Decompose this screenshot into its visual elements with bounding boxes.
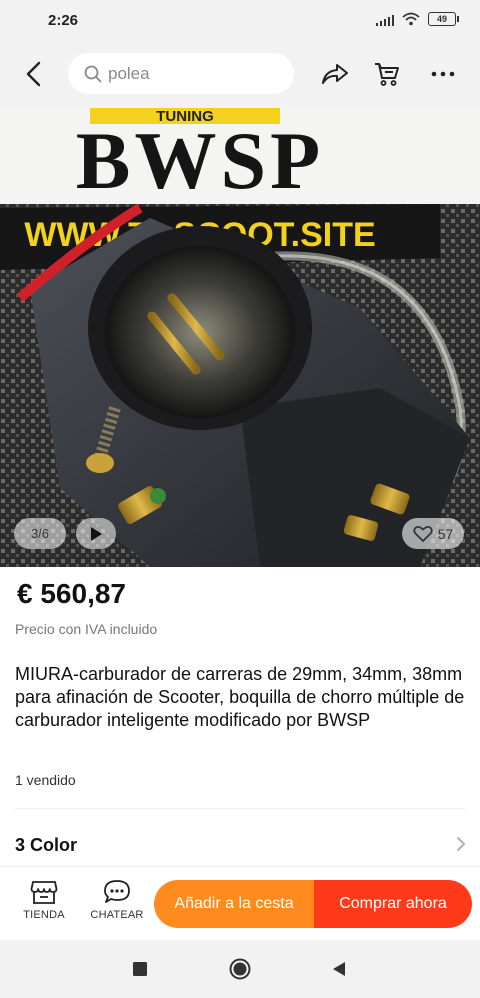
battery-level: 49 <box>436 14 447 24</box>
cart-icon <box>375 63 399 86</box>
status-bar: 2:26 49 <box>0 0 480 40</box>
status-time: 2:26 <box>48 12 79 29</box>
play-icon <box>91 526 102 541</box>
store-button[interactable]: TIENDA <box>14 879 74 921</box>
heart-icon <box>413 525 433 542</box>
divider <box>15 808 465 809</box>
battery-icon: 49 <box>428 12 459 26</box>
chevron-right-icon <box>457 837 466 851</box>
home-icon <box>229 958 251 980</box>
signal-icon <box>376 12 394 26</box>
cart-button[interactable] <box>371 58 403 90</box>
system-nav-bar <box>0 940 480 998</box>
color-option-label: 3 Color <box>15 835 78 855</box>
recents-icon <box>133 962 147 976</box>
search-input[interactable]: polea <box>68 53 294 94</box>
buy-now-button[interactable]: Comprar ahora <box>314 880 472 928</box>
play-video-button[interactable] <box>76 518 116 549</box>
wifi-icon <box>402 12 420 26</box>
status-icons: 49 <box>376 12 459 26</box>
chat-button[interactable]: CHATEAR <box>87 879 147 921</box>
action-bar: TIENDA CHATEAR Añadir a la cesta Comprar… <box>0 866 480 940</box>
tax-note: Precio con IVA incluido <box>15 621 158 637</box>
top-nav: polea <box>0 40 480 108</box>
wishlist-count: 57 <box>437 525 454 542</box>
more-button[interactable] <box>427 58 459 90</box>
share-button[interactable] <box>319 58 351 90</box>
chat-label: CHATEAR <box>90 909 144 921</box>
sold-count: 1 vendido <box>15 772 76 788</box>
back-button[interactable] <box>18 58 50 90</box>
store-icon <box>30 881 58 904</box>
search-placeholder: polea <box>108 63 150 83</box>
search-icon <box>84 65 102 82</box>
image-counter: 3/6 <box>14 518 66 549</box>
sign-brand-text: BWSP <box>76 115 324 206</box>
wishlist-button[interactable]: 57 <box>402 518 464 549</box>
home-button[interactable] <box>228 957 252 981</box>
product-photo: TUNING BWSP WWW.T...SCOOT.SITE <box>0 108 480 567</box>
more-icon <box>431 71 455 77</box>
system-back-button[interactable] <box>327 957 351 981</box>
back-icon <box>333 962 345 976</box>
chat-icon <box>104 880 130 903</box>
store-label: TIENDA <box>23 909 65 921</box>
recents-button[interactable] <box>128 957 152 981</box>
product-price: € 560,87 <box>17 578 126 609</box>
add-to-cart-button[interactable]: Añadir a la cesta <box>154 880 314 928</box>
product-image[interactable]: TUNING BWSP WWW.T...SCOOT.SITE <box>0 108 480 567</box>
share-icon <box>322 64 348 84</box>
back-arrow-icon <box>26 61 41 87</box>
product-title: MIURA-carburador de carreras de 29mm, 34… <box>15 664 465 730</box>
color-selector[interactable]: 3 Color <box>0 826 480 866</box>
